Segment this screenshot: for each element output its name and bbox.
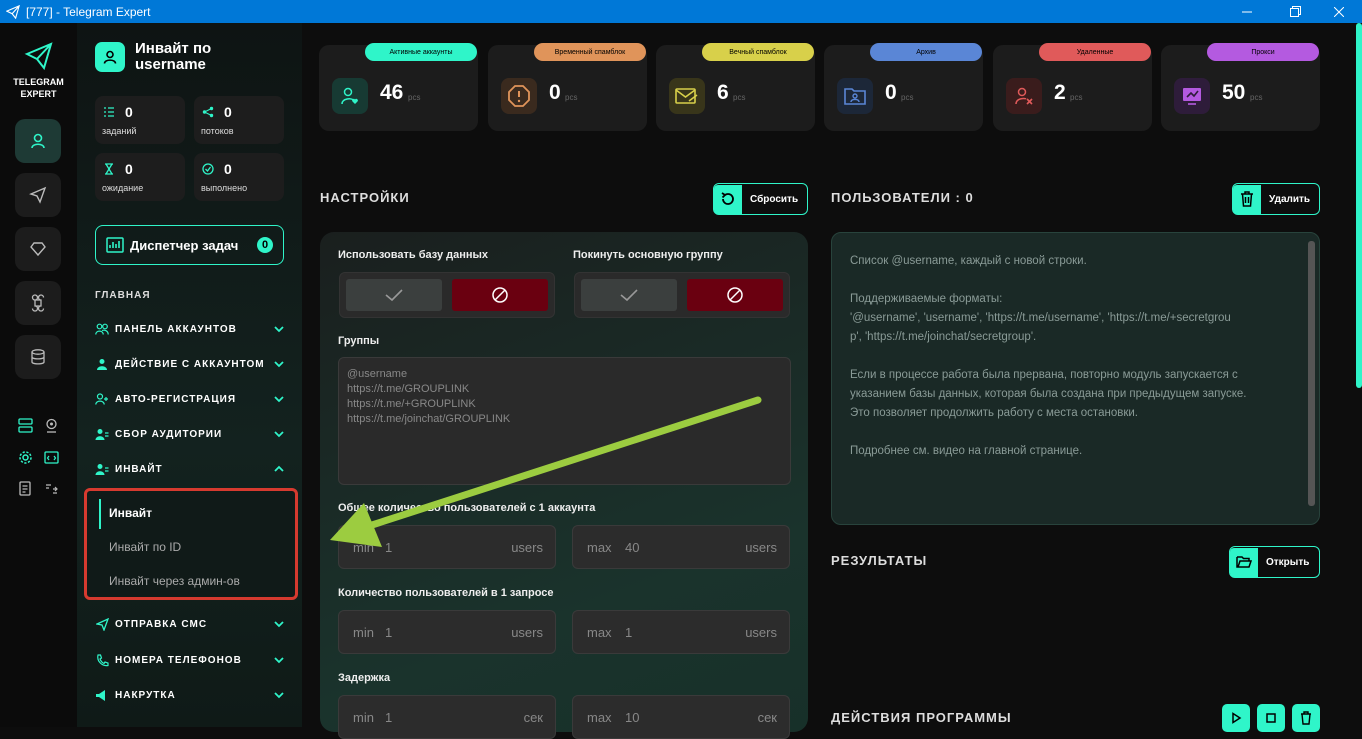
annotation-arrow-overlay (330, 396, 762, 547)
